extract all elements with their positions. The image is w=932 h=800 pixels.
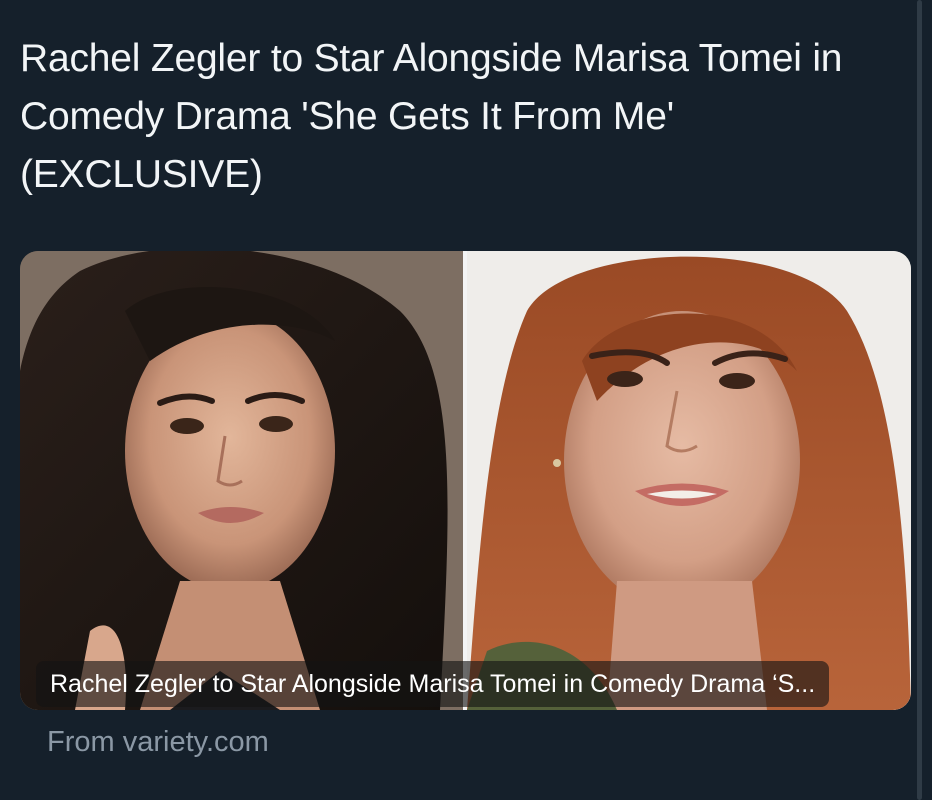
photo-rachel-zegler [20, 251, 463, 710]
scrollbar[interactable] [917, 0, 922, 800]
portrait-left-image [20, 251, 463, 710]
link-source[interactable]: From variety.com [47, 723, 269, 761]
portrait-right-image [467, 251, 911, 710]
post-text: Rachel Zegler to Star Alongside Marisa T… [20, 37, 843, 196]
link-preview-card[interactable]: Rachel Zegler to Star Alongside Marisa T… [20, 251, 911, 710]
image-caption: Rachel Zegler to Star Alongside Marisa T… [36, 661, 830, 707]
photo-marisa-tomei [467, 251, 911, 710]
